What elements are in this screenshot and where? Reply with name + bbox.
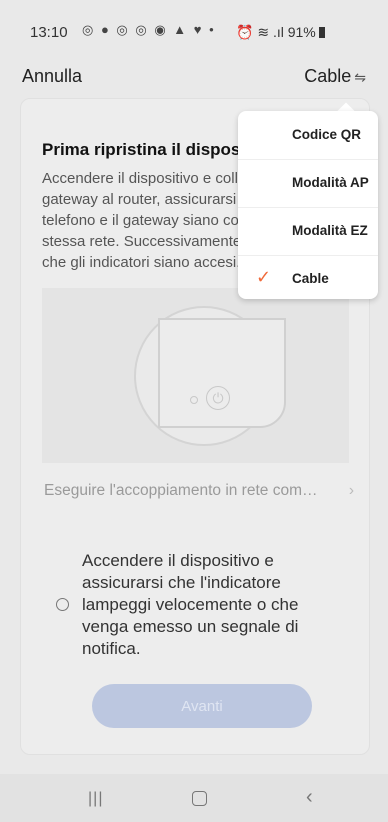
instructions-line: Accendere il dispositivo e collegare il: [42, 170, 242, 187]
system-nav-bar: ||| ‹: [0, 774, 388, 822]
menu-item-label: Modalità AP: [292, 175, 369, 190]
confirm-text[interactable]: Accendere il dispositivo e assicurarsi c…: [82, 550, 352, 660]
gateway-device-image: ⏻: [158, 318, 286, 428]
status-bar: 13:10 ◎ ● ◎ ◎ ◉ ▲ ♥ • ⏰ ≋ .ıl 91%: [0, 0, 388, 58]
checkmark-icon: ✓: [256, 267, 272, 287]
device-illustration: ⏻: [42, 288, 349, 463]
confirm-line: lampeggi velocemente o che: [82, 595, 299, 614]
pairing-help-link[interactable]: Eseguire l'accoppiamento in rete com… ›: [44, 482, 354, 500]
pairing-help-label: Eseguire l'accoppiamento in rete com…: [44, 482, 318, 499]
pairing-mode-menu: Codice QR Modalità AP Modalità EZ ✓ Cabl…: [238, 111, 378, 299]
illustration-circle: ⏻: [134, 306, 286, 446]
instructions-line: che gli indicatori siano accesi.: [42, 254, 241, 271]
menu-item-cable[interactable]: ✓ Cable: [238, 255, 378, 303]
home-icon[interactable]: [192, 791, 207, 806]
back-icon[interactable]: ‹: [306, 786, 313, 809]
confirm-line: Accendere il dispositivo e: [82, 551, 274, 570]
menu-item-label: Codice QR: [292, 127, 362, 142]
menu-item-qr-code[interactable]: Codice QR: [238, 111, 378, 160]
status-time: 13:10: [30, 24, 68, 41]
switch-icon: ⇋: [354, 69, 366, 85]
chevron-right-icon: ›: [348, 482, 354, 499]
notification-icons: ◎ ● ◎ ◎ ◉ ▲ ♥ •: [82, 22, 216, 37]
confirm-radio[interactable]: [56, 598, 69, 611]
alarm-icon: ⏰: [236, 24, 254, 40]
confirm-line: notifica.: [82, 639, 141, 658]
wifi-icon: ≋: [257, 24, 270, 40]
cancel-button[interactable]: Annulla: [22, 66, 82, 87]
status-right-icons: ⏰ ≋ .ıl 91%: [236, 24, 325, 41]
confirm-line: venga emesso un segnale di: [82, 617, 299, 636]
instructions-line: stessa rete. Successivamente, verificare: [42, 233, 242, 250]
mode-switch-button[interactable]: Cable ⇋: [304, 66, 366, 87]
battery-icon: [318, 27, 325, 38]
instructions-text: Accendere il dispositivo e collegare il …: [42, 168, 242, 273]
menu-item-label: Cable: [292, 271, 329, 286]
battery-level: 91%: [287, 24, 316, 40]
page-title: Prima ripristina il dispositivo: [42, 140, 242, 159]
recent-apps-icon[interactable]: |||: [88, 790, 103, 808]
confirm-line: assicurarsi che l'indicatore: [82, 573, 281, 592]
menu-item-ez-mode[interactable]: Modalità EZ: [238, 207, 378, 256]
mode-label: Cable: [304, 66, 352, 86]
menu-item-label: Modalità EZ: [292, 223, 368, 238]
instructions-line: telefono e il gateway siano collegati al…: [42, 212, 242, 229]
power-icon: ⏻: [206, 386, 230, 410]
menu-item-ap-mode[interactable]: Modalità AP: [238, 159, 378, 208]
signal-icon: .ıl: [272, 24, 284, 40]
indicator-light-icon: [190, 396, 198, 404]
next-button[interactable]: Avanti: [92, 684, 312, 728]
top-nav: Annulla Cable ⇋: [0, 58, 388, 98]
instructions-line: gateway al router, assicurarsi che il: [42, 191, 242, 208]
